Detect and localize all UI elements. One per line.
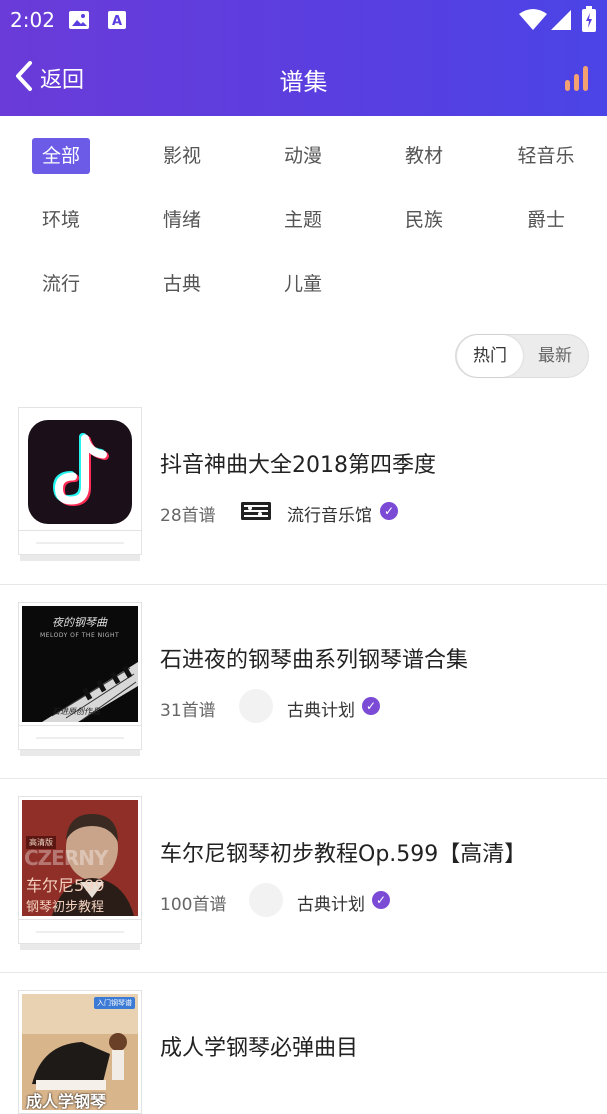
tiktok-logo-icon: [28, 420, 132, 524]
songbook-title: 成人学钢琴必弹曲目: [160, 1036, 359, 1061]
songbook-title: 抖音神曲大全2018第四季度: [160, 453, 436, 478]
cover-stack-line: [36, 542, 124, 544]
category-pop[interactable]: 流行: [32, 266, 90, 302]
a-notification-icon: A: [107, 10, 127, 34]
category-film-tv[interactable]: 影视: [153, 138, 211, 174]
songbook-count: 31首谱: [160, 701, 216, 721]
cover-title: 夜的钢琴曲: [52, 616, 107, 629]
status-time: 2:02: [10, 8, 55, 32]
sort-toggle: 热门 最新: [455, 334, 589, 378]
status-bar: 2:02 A: [0, 0, 607, 40]
cover-subtitle: MELODY OF THE NIGHT: [40, 632, 120, 639]
cover-footer: 石进原创作品: [52, 707, 100, 716]
songbook-cover: [18, 407, 142, 531]
cover-subtitle: 钢琴初步教程: [26, 900, 105, 915]
cover-stack-shadow: [20, 750, 140, 756]
cover-badge: 入门钢琴谱: [94, 997, 135, 1009]
songbook-cover: 夜的钢琴曲 MELODY OF THE NIGHT 石进原创作品: [18, 602, 142, 726]
svg-text:A: A: [112, 14, 122, 29]
list-item[interactable]: 高清版 CZERNY 车尔尼599 钢琴初步教程 车尔尼钢琴初步教程Op.599…: [0, 778, 607, 972]
songbook-cover: 入门钢琴谱 成人学钢琴: [18, 990, 142, 1114]
author-name[interactable]: 古典计划: [287, 696, 355, 721]
page-title: 谱集: [279, 68, 328, 96]
ranking-bars-icon[interactable]: [563, 64, 591, 96]
sort-hot-option[interactable]: 热门: [457, 335, 523, 377]
verified-icon: ✓: [380, 502, 398, 520]
cover-big-text: CZERNY: [24, 846, 108, 870]
category-classical[interactable]: 古典: [153, 266, 211, 302]
app-header: 2:02 A 返回 谱集: [0, 0, 607, 116]
cover-stack-shadow: [20, 944, 140, 950]
cover-title: 车尔尼599: [26, 876, 105, 895]
author-avatar[interactable]: [239, 689, 273, 723]
author-avatar[interactable]: [249, 883, 283, 917]
cover-stack-line: [36, 737, 124, 739]
battery-icon: [582, 6, 596, 36]
wifi-icon: [519, 9, 547, 35]
category-jazz[interactable]: 爵士: [517, 202, 575, 238]
cover-title: 成人学钢琴: [26, 1092, 107, 1110]
sort-newest-option[interactable]: 最新: [522, 335, 588, 377]
author-avatar[interactable]: [239, 494, 273, 528]
list-item[interactable]: 夜的钢琴曲 MELODY OF THE NIGHT 石进原创作品 石进夜的钢琴曲…: [0, 584, 607, 778]
songbook-cover: 高清版 CZERNY 车尔尼599 钢琴初步教程: [18, 796, 142, 920]
songbook-title: 石进夜的钢琴曲系列钢琴谱合集: [160, 648, 469, 673]
list-item[interactable]: 抖音神曲大全2018第四季度 28首谱 流行音乐馆 ✓: [0, 390, 607, 584]
verified-icon: ✓: [362, 697, 380, 715]
songbook-count: 100首谱: [160, 895, 227, 915]
songbook-title: 车尔尼钢琴初步教程Op.599【高清】: [160, 842, 527, 867]
category-ambient[interactable]: 环境: [32, 202, 90, 238]
verified-icon: ✓: [372, 891, 390, 909]
list-item[interactable]: 入门钢琴谱 成人学钢琴 成人学钢琴必弹曲目: [0, 972, 607, 1114]
category-textbook[interactable]: 教材: [395, 138, 453, 174]
cover-stack-shadow: [20, 555, 140, 561]
signal-icon: [550, 9, 572, 35]
category-light-music[interactable]: 轻音乐: [511, 138, 581, 174]
category-theme[interactable]: 主题: [274, 202, 332, 238]
author-name[interactable]: 古典计划: [297, 890, 365, 915]
cover-stack-line: [36, 931, 124, 933]
navigation-bar: 返回 谱集: [0, 40, 607, 116]
songbook-count: 28首谱: [160, 506, 216, 526]
category-anime[interactable]: 动漫: [274, 138, 332, 174]
category-children[interactable]: 儿童: [274, 266, 332, 302]
author-name[interactable]: 流行音乐馆: [287, 501, 372, 526]
image-icon: [68, 10, 90, 34]
category-mood[interactable]: 情绪: [153, 202, 211, 238]
category-all[interactable]: 全部: [32, 138, 90, 174]
category-folk[interactable]: 民族: [395, 202, 453, 238]
